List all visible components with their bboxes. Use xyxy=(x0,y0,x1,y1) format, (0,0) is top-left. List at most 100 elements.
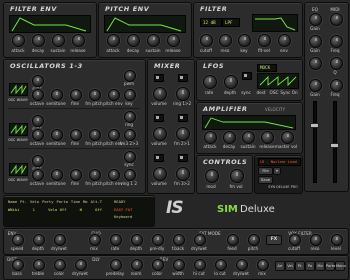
fx-rev-drywet-knob[interactable] xyxy=(236,259,248,271)
preset-arrow-button[interactable]: ▾ xyxy=(273,167,281,175)
mixer-osc2-switch[interactable] xyxy=(154,114,164,122)
amp-attack-knob[interactable] xyxy=(204,131,217,144)
lfo-sync-switch[interactable] xyxy=(242,72,252,80)
fx-env-drywet-knob[interactable] xyxy=(54,234,66,246)
mixer-ring-knob[interactable] xyxy=(176,87,190,101)
pitch-env-release-knob[interactable] xyxy=(167,34,180,47)
mode-mo-button[interactable]: Mo xyxy=(315,261,325,271)
mixer-osc1-switch-b[interactable] xyxy=(178,74,188,82)
eq-low-right-knob[interactable] xyxy=(330,57,343,70)
eq-fader-2-cap[interactable] xyxy=(330,143,339,148)
fx-level-knob[interactable] xyxy=(331,234,343,246)
fx-rate-knob[interactable] xyxy=(110,234,122,246)
mixer-osc1-volume-knob[interactable] xyxy=(153,87,167,101)
mode-vel-button[interactable]: Vel xyxy=(285,261,295,271)
filter-env-knob[interactable] xyxy=(278,34,291,47)
filter-env-sustain-knob[interactable] xyxy=(52,34,65,47)
fx-mix-knob[interactable] xyxy=(89,234,101,246)
osc3-fine-knob[interactable] xyxy=(70,169,82,181)
fx-hicut-knob[interactable] xyxy=(194,259,206,271)
osc3-pitch-env-knob[interactable] xyxy=(108,169,120,181)
filter-env-decay-knob[interactable] xyxy=(32,34,45,47)
osc1-key-knob[interactable] xyxy=(124,89,136,101)
filter-type-display[interactable]: 12 dB xyxy=(200,18,222,27)
fx-feed-knob[interactable] xyxy=(227,234,239,246)
filter-env-release-knob[interactable] xyxy=(72,34,85,47)
osc3-wave-label[interactable]: osc wave xyxy=(8,177,27,182)
eq-mid-right-knob[interactable] xyxy=(330,35,343,48)
fx-depth-knob[interactable] xyxy=(33,234,45,246)
status-val-name[interactable]: WNiki xyxy=(8,207,19,213)
fx-locut-knob[interactable] xyxy=(215,259,227,271)
eq-fader-1-cap[interactable] xyxy=(310,123,319,128)
pitch-env-decay-knob[interactable] xyxy=(127,34,140,47)
fx-rev-color-knob[interactable] xyxy=(152,259,164,271)
fx-dist-drywet-knob[interactable] xyxy=(75,259,87,271)
controls-mod-knob[interactable] xyxy=(205,169,219,183)
mixer-osc2-volume-knob[interactable] xyxy=(153,127,167,141)
osc2-octave-knob[interactable] xyxy=(32,129,44,141)
osc2-fine-knob[interactable] xyxy=(70,129,82,141)
eq-low-left-knob[interactable] xyxy=(309,57,322,70)
fx-predly-knob[interactable] xyxy=(152,234,164,246)
filter-mode-display[interactable]: LPF xyxy=(222,18,240,27)
mixer-osc1-switch[interactable] xyxy=(154,74,164,82)
amp-release-knob[interactable] xyxy=(261,131,274,144)
eq-fader-2-track[interactable] xyxy=(333,101,337,183)
lfo-depth-knob[interactable] xyxy=(224,75,238,89)
eq-top-right-knob[interactable] xyxy=(330,13,343,26)
amp-decay-knob[interactable] xyxy=(223,131,236,144)
osc1-wave-label[interactable]: osc wave xyxy=(8,97,27,102)
pitch-env-attack-knob[interactable] xyxy=(107,34,120,47)
mode-pt-button[interactable]: Pt. xyxy=(295,261,305,271)
osc3-fm-pitch-knob[interactable] xyxy=(89,169,101,181)
preset-save-button[interactable]: Save xyxy=(258,176,273,184)
fx-dist-color-knob[interactable] xyxy=(54,259,66,271)
fx-predelay-knob[interactable] xyxy=(110,259,122,271)
mixer-fm32-knob[interactable] xyxy=(176,167,190,181)
mixer-fm21-knob[interactable] xyxy=(176,127,190,141)
eq-fader-1-track[interactable] xyxy=(313,101,317,183)
osc2-pitch-env-knob[interactable] xyxy=(108,129,120,141)
status-val-porta[interactable]: Off xyxy=(95,207,102,213)
osc1-semitone-knob[interactable] xyxy=(51,89,63,101)
amp-sustain-knob[interactable] xyxy=(242,131,255,144)
osc2-fm-pitch-knob[interactable] xyxy=(89,129,101,141)
fx-cho-depth-knob[interactable] xyxy=(131,234,143,246)
amp-master-vol-knob[interactable] xyxy=(281,131,294,144)
mixer-osc3-volume-knob[interactable] xyxy=(153,167,167,181)
osc3-octave-knob[interactable] xyxy=(32,169,44,181)
osc3-semitone-knob[interactable] xyxy=(51,169,63,181)
filter-vel-knob[interactable] xyxy=(258,34,271,47)
fx-treble-knob[interactable] xyxy=(33,259,45,271)
osc1-fm-pitch-knob[interactable] xyxy=(89,89,101,101)
mixer-osc2-switch-b[interactable] xyxy=(178,114,188,122)
status-val-pt[interactable]: 1 xyxy=(33,207,35,213)
fx-pitch-knob[interactable] xyxy=(248,234,260,246)
pitch-env-sustain-knob[interactable] xyxy=(147,34,160,47)
mixer-osc3-switch-b[interactable] xyxy=(178,154,188,162)
status-val-porty[interactable]: N xyxy=(80,207,82,213)
mode-porta-button[interactable]: Porta xyxy=(325,261,335,271)
osc2-wave-label[interactable]: osc wave xyxy=(8,137,27,142)
eq-4-left-knob[interactable] xyxy=(309,79,322,92)
status-val-velo[interactable]: Velo Off xyxy=(48,207,66,213)
controls-fm-vol-knob[interactable] xyxy=(230,169,244,183)
fx-rev-mix-knob[interactable] xyxy=(257,259,269,271)
fx-reso-knob[interactable] xyxy=(310,234,322,246)
osc2-fm-knob[interactable] xyxy=(124,129,136,141)
mode-arr-button[interactable]: Arr xyxy=(275,261,285,271)
osc2-semitone-knob[interactable] xyxy=(51,129,63,141)
filter-key-knob[interactable] xyxy=(238,34,251,47)
eq-mid-left-knob[interactable] xyxy=(309,35,322,48)
filter-env-attack-knob[interactable] xyxy=(12,34,25,47)
osc1-octave-knob[interactable] xyxy=(32,89,44,101)
fx-bass-knob[interactable] xyxy=(12,259,24,271)
preset-name-display[interactable]: LD - Nuclear Lead 1 xyxy=(258,158,301,170)
fx-speed-knob[interactable] xyxy=(12,234,24,246)
mode-po-button[interactable]: Po xyxy=(305,261,315,271)
fx-fback-knob[interactable] xyxy=(173,234,185,246)
osc1-pitch-env-knob[interactable] xyxy=(108,89,120,101)
fx-room-knob[interactable] xyxy=(131,259,143,271)
fx-cho-drywet-knob[interactable] xyxy=(194,234,206,246)
